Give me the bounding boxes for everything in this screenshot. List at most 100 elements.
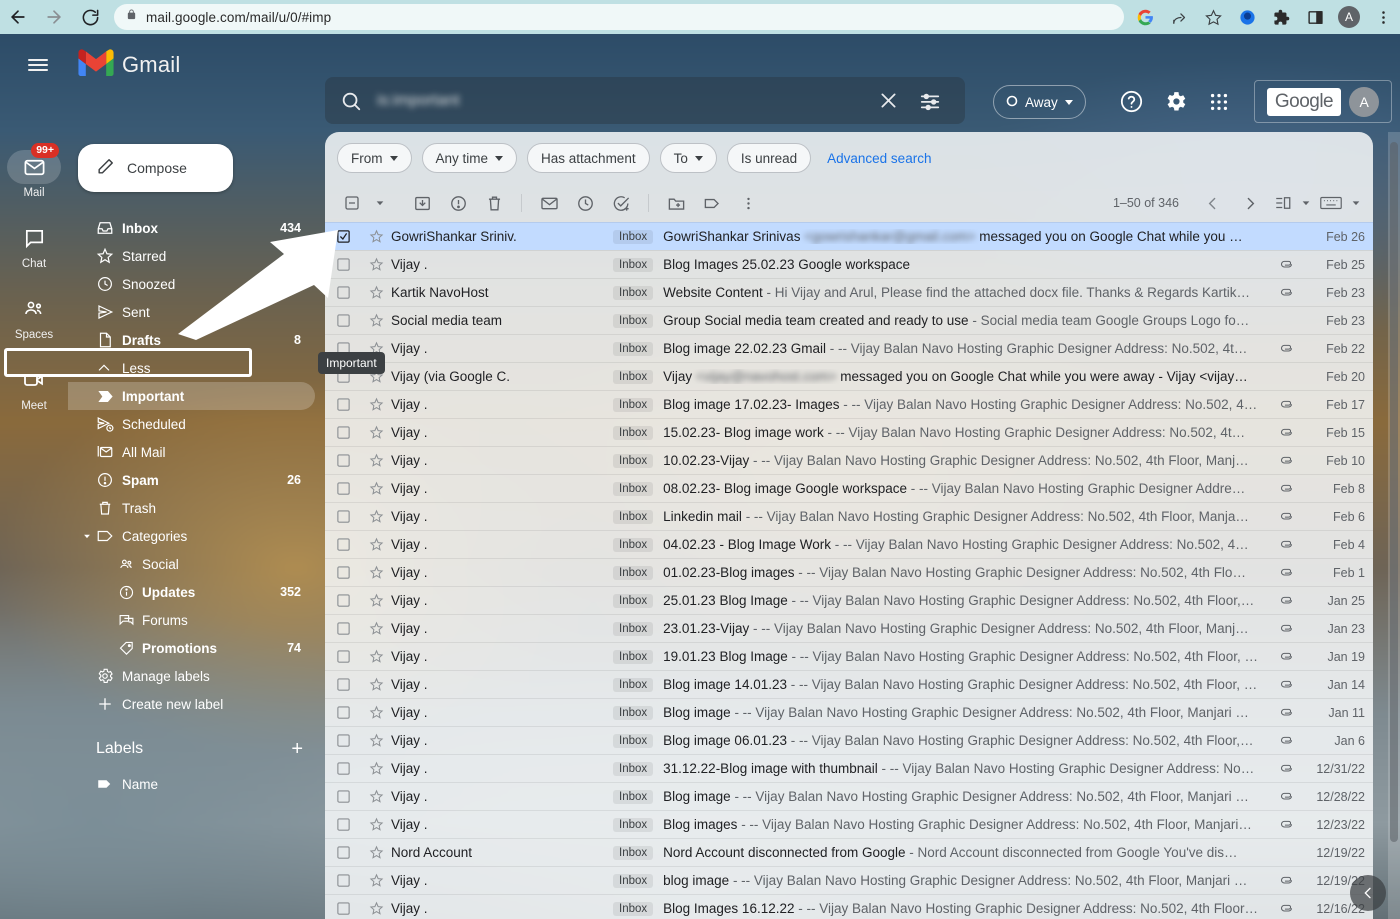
row-checkbox[interactable] (325, 537, 361, 552)
table-row[interactable]: Vijay . Inbox Blog image 22.02.23 Gmail - … (325, 334, 1373, 362)
table-row[interactable]: Vijay . Inbox Blog Images 25.02.23 Google … (325, 250, 1373, 278)
row-checkbox[interactable] (325, 565, 361, 580)
table-row[interactable]: Kartik NavoHost Inbox Website Content - Hi… (325, 278, 1373, 306)
scrollbar-thumb[interactable] (1390, 142, 1398, 842)
row-checkbox[interactable] (325, 845, 361, 860)
attachment-icon[interactable] (1271, 257, 1301, 272)
label-tag-icon[interactable] (695, 186, 729, 220)
row-checkbox[interactable] (325, 481, 361, 496)
attachment-icon[interactable] (1271, 537, 1301, 552)
table-row[interactable]: Vijay . Inbox 25.01.23 Blog Image - -- Vij… (325, 586, 1373, 614)
rail-item-spaces[interactable]: Spaces (7, 292, 61, 341)
chevron-down-icon[interactable] (1349, 186, 1363, 220)
row-checkbox[interactable] (325, 789, 361, 804)
table-row[interactable]: Vijay . Inbox 23.01.23-Vijay - -- Vijay Ba… (325, 614, 1373, 642)
sidebar-item-sent[interactable]: Sent (68, 298, 315, 326)
attachment-icon[interactable] (1271, 425, 1301, 440)
attachment-icon[interactable] (1271, 817, 1301, 832)
table-row[interactable]: Vijay . Inbox 15.02.23- Blog image work - … (325, 418, 1373, 446)
attachment-icon[interactable] (1271, 901, 1301, 916)
sidebar-item-updates[interactable]: Updates 352 (68, 578, 315, 606)
row-checkbox[interactable] (325, 873, 361, 888)
star-icon[interactable] (361, 817, 391, 832)
row-checkbox[interactable] (325, 733, 361, 748)
filter-chip-from[interactable]: From (337, 143, 412, 173)
table-row[interactable]: Vijay . Inbox 01.02.23-Blog images - -- Vi… (325, 558, 1373, 586)
chevron-right-icon[interactable] (1233, 186, 1267, 220)
side-panel-icon[interactable] (1298, 0, 1332, 34)
attachment-icon[interactable] (1271, 761, 1301, 776)
star-icon[interactable] (361, 593, 391, 608)
sidebar-item-promotions[interactable]: Promotions 74 (68, 634, 315, 662)
star-icon[interactable] (361, 845, 391, 860)
row-checkbox[interactable] (325, 453, 361, 468)
rail-item-chat[interactable]: Chat (7, 221, 61, 270)
table-row[interactable]: Vijay . Inbox 19.01.23 Blog Image - -- Vij… (325, 642, 1373, 670)
table-row[interactable]: Vijay . Inbox 10.02.23-Vijay - -- Vijay Ba… (325, 446, 1373, 474)
attachment-icon[interactable] (1271, 481, 1301, 496)
sidebar-item-inbox[interactable]: Inbox 434 (68, 214, 315, 242)
sidebar-item-snoozed[interactable]: Snoozed (68, 270, 315, 298)
table-row[interactable]: Vijay . Inbox Blog image - -- Vijay Balan … (325, 698, 1373, 726)
address-bar[interactable]: mail.google.com/mail/u/0/#imp (114, 4, 1124, 30)
keyboard-icon[interactable] (1317, 186, 1345, 220)
row-checkbox[interactable] (325, 817, 361, 832)
row-checkbox[interactable] (325, 593, 361, 608)
star-icon[interactable] (361, 257, 391, 272)
table-row[interactable]: Vijay (via Google C. Inbox Vijay <vijay@na… (325, 362, 1373, 390)
extensions-puzzle-icon[interactable] (1264, 0, 1298, 34)
forward-arrow-icon[interactable] (36, 0, 72, 34)
select-all-checkbox-icon[interactable] (335, 186, 369, 220)
attachment-icon[interactable] (1271, 397, 1301, 412)
rail-item-meet[interactable]: Meet (7, 363, 61, 412)
compose-button[interactable]: Compose (78, 144, 233, 192)
star-icon[interactable] (361, 425, 391, 440)
chevron-down-icon[interactable] (371, 186, 389, 220)
row-checkbox[interactable] (325, 397, 361, 412)
attachment-icon[interactable] (1271, 677, 1301, 692)
attachment-icon[interactable] (1271, 621, 1301, 636)
table-row[interactable]: Vijay . Inbox Blog images - -- Vijay Balan… (325, 810, 1373, 838)
row-checkbox[interactable] (325, 257, 361, 272)
hamburger-menu-icon[interactable] (10, 34, 66, 96)
reload-icon[interactable] (72, 0, 108, 34)
row-checkbox[interactable] (325, 425, 361, 440)
collapse-panel-button[interactable] (1350, 875, 1386, 911)
star-icon[interactable] (361, 761, 391, 776)
star-icon[interactable] (361, 229, 391, 244)
sidebar-item-forums[interactable]: Forums (68, 606, 315, 634)
table-row[interactable]: Vijay . Inbox Linkedin mail - -- Vijay Bal… (325, 502, 1373, 530)
mark-as-unread-envelope-icon[interactable] (532, 186, 566, 220)
star-icon[interactable] (361, 453, 391, 468)
chrome-menu-icon[interactable] (1366, 0, 1400, 34)
star-icon[interactable] (361, 789, 391, 804)
table-row[interactable]: Nord Account Inbox Nord Account disconnect… (325, 838, 1373, 866)
star-icon[interactable] (361, 509, 391, 524)
back-arrow-icon[interactable] (0, 0, 36, 34)
sidebar-label-item-name[interactable]: Name (68, 770, 315, 798)
attachment-icon[interactable] (1271, 593, 1301, 608)
row-checkbox[interactable] (325, 901, 361, 916)
star-icon[interactable] (361, 901, 391, 916)
sidebar-item-categories[interactable]: Categories (68, 522, 315, 550)
table-row[interactable]: GowriShankar Sriniv. Inbox GowriShankar Sr… (325, 222, 1373, 250)
attachment-icon[interactable] (1271, 789, 1301, 804)
sidebar-item-starred[interactable]: Starred (68, 242, 315, 270)
attachment-icon[interactable] (1271, 285, 1301, 300)
row-checkbox-checked[interactable] (325, 229, 361, 244)
table-row[interactable]: Vijay . Inbox blog image - -- Vijay Balan … (325, 866, 1373, 894)
star-icon[interactable] (361, 565, 391, 580)
row-checkbox[interactable] (325, 509, 361, 524)
star-icon[interactable] (361, 873, 391, 888)
move-to-folder-icon[interactable] (659, 186, 693, 220)
sidebar-item-social[interactable]: Social (68, 550, 315, 578)
attachment-icon[interactable] (1271, 453, 1301, 468)
archive-icon[interactable] (405, 186, 439, 220)
attachment-icon[interactable] (1271, 341, 1301, 356)
chevron-down-icon[interactable] (82, 531, 96, 541)
gmail-brand[interactable]: Gmail (78, 49, 180, 81)
row-checkbox[interactable] (325, 761, 361, 776)
row-checkbox[interactable] (325, 621, 361, 636)
sidebar-item-manage-labels[interactable]: Manage labels (68, 662, 315, 690)
attachment-icon[interactable] (1271, 873, 1301, 888)
